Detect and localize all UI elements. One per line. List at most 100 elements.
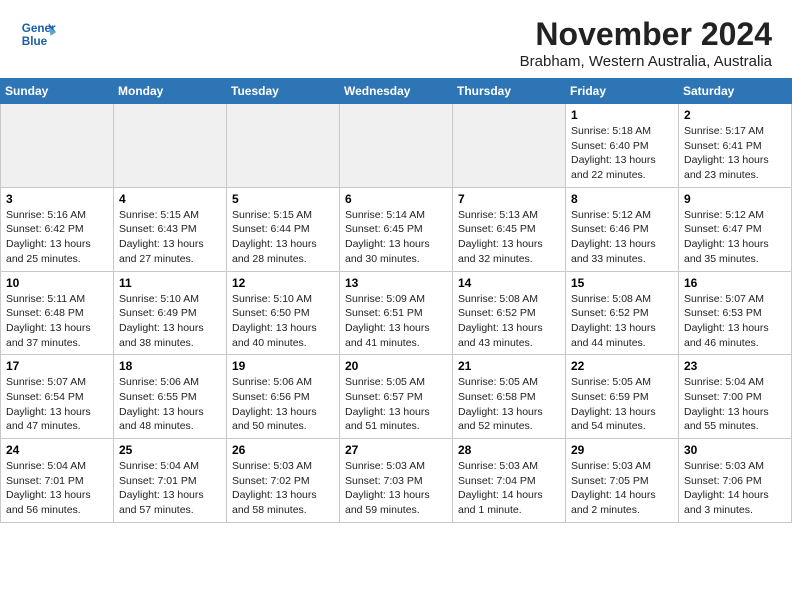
calendar-cell: 4 Sunrise: 5:15 AM Sunset: 6:43 PM Daylig…: [114, 187, 227, 271]
calendar-cell: 20Sunrise: 5:05 AM Sunset: 6:57 PM Dayli…: [340, 355, 453, 439]
day-number: 14: [458, 276, 560, 290]
title-block: November 2024 Brabham, Western Australia…: [520, 16, 772, 70]
day-info: Sunrise: 5:12 AM Sunset: 6:47 PM Dayligh…: [684, 208, 786, 267]
logo-icon: General Blue: [20, 16, 56, 52]
day-info: Sunrise: 5:14 AM Sunset: 6:45 PM Dayligh…: [345, 208, 447, 267]
calendar-week-2: 3 Sunrise: 5:16 AM Sunset: 6:42 PM Daylig…: [1, 187, 792, 271]
calendar-cell: 16Sunrise: 5:07 AM Sunset: 6:53 PM Dayli…: [679, 271, 792, 355]
day-number: 30: [684, 443, 786, 457]
day-number: 29: [571, 443, 673, 457]
day-info: Sunrise: 5:05 AM Sunset: 6:58 PM Dayligh…: [458, 375, 560, 434]
day-number: 5: [232, 192, 334, 206]
day-info: Sunrise: 5:10 AM Sunset: 6:50 PM Dayligh…: [232, 292, 334, 351]
calendar-cell: 17 Sunrise: 5:07 AM Sunset: 6:54 PM Dayli…: [1, 355, 114, 439]
day-number: 6: [345, 192, 447, 206]
calendar-cell: 13 Sunrise: 5:09 AM Sunset: 6:51 PM Dayli…: [340, 271, 453, 355]
calendar-week-5: 24 Sunrise: 5:04 AM Sunset: 7:01 PM Dayli…: [1, 439, 792, 523]
calendar-cell: 6 Sunrise: 5:14 AM Sunset: 6:45 PM Daylig…: [340, 187, 453, 271]
calendar-cell: 29 Sunrise: 5:03 AM Sunset: 7:05 PM Dayli…: [566, 439, 679, 523]
page-header: General Blue November 2024 Brabham, West…: [0, 0, 792, 78]
day-number: 2: [684, 108, 786, 122]
calendar-cell: 23Sunrise: 5:04 AM Sunset: 7:00 PM Dayli…: [679, 355, 792, 439]
svg-text:Blue: Blue: [22, 35, 48, 48]
day-number: 26: [232, 443, 334, 457]
day-header-friday: Friday: [566, 79, 679, 104]
calendar-week-3: 10 Sunrise: 5:11 AM Sunset: 6:48 PM Dayli…: [1, 271, 792, 355]
calendar-cell: [1, 104, 114, 188]
day-header-saturday: Saturday: [679, 79, 792, 104]
day-number: 1: [571, 108, 673, 122]
day-header-tuesday: Tuesday: [227, 79, 340, 104]
day-info: Sunrise: 5:04 AM Sunset: 7:01 PM Dayligh…: [6, 459, 108, 518]
day-info: Sunrise: 5:03 AM Sunset: 7:02 PM Dayligh…: [232, 459, 334, 518]
day-info: Sunrise: 5:11 AM Sunset: 6:48 PM Dayligh…: [6, 292, 108, 351]
day-info: Sunrise: 5:17 AM Sunset: 6:41 PM Dayligh…: [684, 124, 786, 183]
calendar-cell: 5 Sunrise: 5:15 AM Sunset: 6:44 PM Daylig…: [227, 187, 340, 271]
calendar-cell: 24 Sunrise: 5:04 AM Sunset: 7:01 PM Dayli…: [1, 439, 114, 523]
day-number: 4: [119, 192, 221, 206]
day-info: Sunrise: 5:08 AM Sunset: 6:52 PM Dayligh…: [458, 292, 560, 351]
calendar-cell: 11 Sunrise: 5:10 AM Sunset: 6:49 PM Dayli…: [114, 271, 227, 355]
calendar-cell: [453, 104, 566, 188]
calendar-cell: 30 Sunrise: 5:03 AM Sunset: 7:06 PM Dayli…: [679, 439, 792, 523]
calendar-cell: 19Sunrise: 5:06 AM Sunset: 6:56 PM Dayli…: [227, 355, 340, 439]
calendar-week-4: 17 Sunrise: 5:07 AM Sunset: 6:54 PM Dayli…: [1, 355, 792, 439]
calendar-cell: [340, 104, 453, 188]
day-number: 18: [119, 359, 221, 373]
day-number: 10: [6, 276, 108, 290]
calendar-cell: 9 Sunrise: 5:12 AM Sunset: 6:47 PM Daylig…: [679, 187, 792, 271]
day-number: 9: [684, 192, 786, 206]
day-number: 8: [571, 192, 673, 206]
day-header-thursday: Thursday: [453, 79, 566, 104]
calendar-cell: 18Sunrise: 5:06 AM Sunset: 6:55 PM Dayli…: [114, 355, 227, 439]
day-number: 28: [458, 443, 560, 457]
day-info: Sunrise: 5:18 AM Sunset: 6:40 PM Dayligh…: [571, 124, 673, 183]
day-number: 23: [684, 359, 786, 373]
calendar-table: SundayMondayTuesdayWednesdayThursdayFrid…: [0, 78, 792, 523]
calendar-cell: 8 Sunrise: 5:12 AM Sunset: 6:46 PM Daylig…: [566, 187, 679, 271]
day-info: Sunrise: 5:08 AM Sunset: 6:52 PM Dayligh…: [571, 292, 673, 351]
day-info: Sunrise: 5:05 AM Sunset: 6:57 PM Dayligh…: [345, 375, 447, 434]
calendar-cell: 15Sunrise: 5:08 AM Sunset: 6:52 PM Dayli…: [566, 271, 679, 355]
day-number: 22: [571, 359, 673, 373]
calendar-cell: 3 Sunrise: 5:16 AM Sunset: 6:42 PM Daylig…: [1, 187, 114, 271]
day-number: 7: [458, 192, 560, 206]
calendar-cell: 7 Sunrise: 5:13 AM Sunset: 6:45 PM Daylig…: [453, 187, 566, 271]
day-info: Sunrise: 5:15 AM Sunset: 6:44 PM Dayligh…: [232, 208, 334, 267]
day-header-wednesday: Wednesday: [340, 79, 453, 104]
day-info: Sunrise: 5:09 AM Sunset: 6:51 PM Dayligh…: [345, 292, 447, 351]
calendar-cell: 28Sunrise: 5:03 AM Sunset: 7:04 PM Dayli…: [453, 439, 566, 523]
calendar-cell: 25 Sunrise: 5:04 AM Sunset: 7:01 PM Dayli…: [114, 439, 227, 523]
calendar-cell: [227, 104, 340, 188]
day-info: Sunrise: 5:10 AM Sunset: 6:49 PM Dayligh…: [119, 292, 221, 351]
calendar-cell: 22 Sunrise: 5:05 AM Sunset: 6:59 PM Dayli…: [566, 355, 679, 439]
day-number: 25: [119, 443, 221, 457]
day-info: Sunrise: 5:05 AM Sunset: 6:59 PM Dayligh…: [571, 375, 673, 434]
day-number: 11: [119, 276, 221, 290]
day-number: 17: [6, 359, 108, 373]
day-info: Sunrise: 5:15 AM Sunset: 6:43 PM Dayligh…: [119, 208, 221, 267]
day-header-monday: Monday: [114, 79, 227, 104]
day-info: Sunrise: 5:13 AM Sunset: 6:45 PM Dayligh…: [458, 208, 560, 267]
location-title: Brabham, Western Australia, Australia: [520, 53, 772, 70]
day-info: Sunrise: 5:16 AM Sunset: 6:42 PM Dayligh…: [6, 208, 108, 267]
day-info: Sunrise: 5:03 AM Sunset: 7:05 PM Dayligh…: [571, 459, 673, 518]
day-number: 3: [6, 192, 108, 206]
day-info: Sunrise: 5:06 AM Sunset: 6:56 PM Dayligh…: [232, 375, 334, 434]
calendar-header-row: SundayMondayTuesdayWednesdayThursdayFrid…: [1, 79, 792, 104]
day-info: Sunrise: 5:07 AM Sunset: 6:54 PM Dayligh…: [6, 375, 108, 434]
day-info: Sunrise: 5:04 AM Sunset: 7:01 PM Dayligh…: [119, 459, 221, 518]
day-number: 12: [232, 276, 334, 290]
day-info: Sunrise: 5:03 AM Sunset: 7:06 PM Dayligh…: [684, 459, 786, 518]
day-info: Sunrise: 5:07 AM Sunset: 6:53 PM Dayligh…: [684, 292, 786, 351]
calendar-cell: 2 Sunrise: 5:17 AM Sunset: 6:41 PM Daylig…: [679, 104, 792, 188]
day-number: 24: [6, 443, 108, 457]
calendar-cell: 12 Sunrise: 5:10 AM Sunset: 6:50 PM Dayli…: [227, 271, 340, 355]
day-header-sunday: Sunday: [1, 79, 114, 104]
day-number: 13: [345, 276, 447, 290]
month-title: November 2024: [520, 16, 772, 53]
calendar-cell: 21 Sunrise: 5:05 AM Sunset: 6:58 PM Dayli…: [453, 355, 566, 439]
day-info: Sunrise: 5:12 AM Sunset: 6:46 PM Dayligh…: [571, 208, 673, 267]
day-number: 21: [458, 359, 560, 373]
day-number: 27: [345, 443, 447, 457]
